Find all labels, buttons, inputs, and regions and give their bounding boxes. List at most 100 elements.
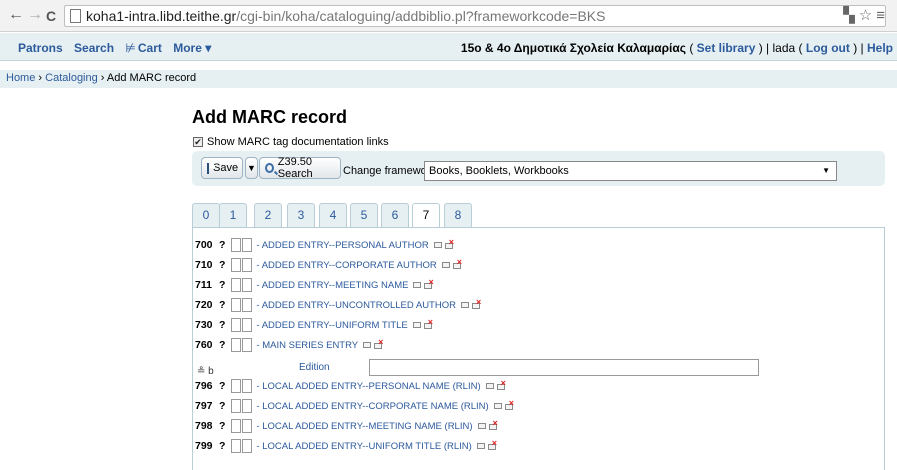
browser-menu-icons[interactable]: ▚☆≡ <box>843 6 889 24</box>
field-doc-link[interactable]: ? <box>219 400 225 412</box>
indicator-1-input[interactable] <box>231 298 242 312</box>
indicator-2-input[interactable] <box>242 318 253 332</box>
help-link[interactable]: Help <box>867 41 893 55</box>
nav-search[interactable]: Search <box>74 41 114 55</box>
delete-field-icon[interactable] <box>374 337 383 349</box>
indicator-2-input[interactable] <box>242 399 253 413</box>
field-doc-link[interactable]: ? <box>219 239 225 251</box>
repeat-field-icon[interactable] <box>477 423 486 429</box>
field-description[interactable]: - ADDED ENTRY--PERSONAL AUTHOR <box>256 240 428 251</box>
show-doc-links-row: ✔ Show MARC tag documentation links <box>193 136 389 148</box>
library-name: 15ο & 4ο Δημοτικά Σχολεία Καλαμαρίας <box>460 41 686 55</box>
repeat-field-icon[interactable] <box>433 242 442 248</box>
breadcrumb-cataloging[interactable]: Cataloging <box>45 72 98 84</box>
marc-field-row: 711? - ADDED ENTRY--MEETING NAME <box>195 277 434 292</box>
caret-down-icon: ▼ <box>247 163 256 173</box>
framework-select[interactable]: Books, Booklets, Workbooks ▼ <box>424 161 837 181</box>
tab-8[interactable]: 8 <box>444 203 472 227</box>
tab-2[interactable]: 2 <box>254 203 282 227</box>
save-options-dropdown[interactable]: ▼ <box>245 157 258 179</box>
repeat-field-icon[interactable] <box>476 443 485 449</box>
indicator-2-input[interactable] <box>242 238 253 252</box>
repeat-field-icon[interactable] <box>412 322 421 328</box>
field-doc-link[interactable]: ? <box>219 319 225 331</box>
delete-field-icon[interactable] <box>504 398 514 410</box>
field-description[interactable]: - LOCAL ADDED ENTRY--MEETING NAME (RLIN) <box>256 421 472 432</box>
repeat-field-icon[interactable] <box>363 342 372 348</box>
indicator-2-input[interactable] <box>242 338 253 352</box>
field-doc-link[interactable]: ? <box>219 440 225 452</box>
field-description[interactable]: - LOCAL ADDED ENTRY--PERSONAL NAME (RLIN… <box>256 381 480 392</box>
indicator-1-input[interactable] <box>231 439 242 453</box>
tab-7[interactable]: 7 <box>412 203 440 228</box>
field-description[interactable]: - LOCAL ADDED ENTRY--UNIFORM TITLE (RLIN… <box>256 441 471 452</box>
delete-field-icon[interactable] <box>471 297 481 309</box>
repeat-field-icon[interactable] <box>485 383 494 389</box>
indicator-2-input[interactable] <box>242 258 253 272</box>
indicator-1-input[interactable] <box>231 278 242 292</box>
subfield-code[interactable]: ≗ b <box>197 366 214 377</box>
tab-1[interactable]: 1 <box>219 203 247 227</box>
indicator-1-input[interactable] <box>231 258 242 272</box>
repeat-field-icon[interactable] <box>441 262 450 268</box>
tab-4[interactable]: 4 <box>319 203 347 227</box>
nav-patrons[interactable]: Patrons <box>18 41 63 55</box>
breadcrumb-current: Add MARC record <box>106 72 197 84</box>
delete-field-icon[interactable] <box>496 378 506 390</box>
field-description[interactable]: - LOCAL ADDED ENTRY--CORPORATE NAME (RLI… <box>256 401 488 412</box>
field-doc-link[interactable]: ? <box>219 380 225 392</box>
indicator-2-input[interactable] <box>242 298 253 312</box>
field-description[interactable]: - MAIN SERIES ENTRY <box>256 340 358 351</box>
nav-more[interactable]: More ▾ <box>173 41 211 55</box>
field-doc-link[interactable]: ? <box>219 299 225 311</box>
field-description[interactable]: - ADDED ENTRY--CORPORATE AUTHOR <box>256 260 436 271</box>
field-doc-link[interactable]: ? <box>219 420 225 432</box>
field-doc-link[interactable]: ? <box>219 339 225 351</box>
logout-link[interactable]: Log out <box>806 41 850 55</box>
field-tag: 798 <box>195 420 213 432</box>
indicator-1-input[interactable] <box>231 338 242 352</box>
field-description[interactable]: - ADDED ENTRY--MEETING NAME <box>256 280 408 291</box>
field-tag: 711 <box>195 279 212 291</box>
forward-button[interactable]: → <box>27 6 43 24</box>
field-tag: 700 <box>195 239 213 251</box>
indicator-2-input[interactable] <box>242 439 253 453</box>
repeat-field-icon[interactable] <box>460 302 469 308</box>
repeat-field-icon[interactable] <box>493 403 502 409</box>
indicator-1-input[interactable] <box>231 379 242 393</box>
reload-button[interactable]: C <box>46 8 56 24</box>
delete-field-icon[interactable] <box>423 317 433 329</box>
field-description[interactable]: - ADDED ENTRY--UNCONTROLLED AUTHOR <box>256 300 456 311</box>
cataloging-toolbar: Save ▼ Z39.50 Search Change framework: B… <box>192 151 885 186</box>
field-description[interactable]: - ADDED ENTRY--UNIFORM TITLE <box>256 320 407 331</box>
indicator-1-input[interactable] <box>231 419 242 433</box>
tab-3[interactable]: 3 <box>287 203 315 227</box>
z3950-search-button[interactable]: Z39.50 Search <box>259 156 341 180</box>
tab-6[interactable]: 6 <box>381 203 409 227</box>
indicator-2-input[interactable] <box>242 419 253 433</box>
indicator-1-input[interactable] <box>231 399 242 413</box>
field-doc-link[interactable]: ? <box>219 259 225 271</box>
back-button[interactable]: ← <box>8 6 24 24</box>
save-button[interactable]: Save <box>201 157 243 179</box>
indicator-1-input[interactable] <box>231 318 242 332</box>
marc-field-row: 799? - LOCAL ADDED ENTRY--UNIFORM TITLE (… <box>195 438 497 453</box>
delete-field-icon[interactable] <box>488 418 498 430</box>
nav-cart[interactable]: Cart <box>138 41 162 55</box>
address-bar[interactable]: koha1-intra.libd.teithe.gr/cgi-bin/koha/… <box>64 5 886 27</box>
indicator-2-input[interactable] <box>242 278 253 292</box>
set-library-link[interactable]: Set library <box>697 41 756 55</box>
delete-field-icon[interactable] <box>444 237 454 249</box>
indicator-2-input[interactable] <box>242 379 253 393</box>
tab-0[interactable]: 0 <box>192 203 220 227</box>
breadcrumb-home[interactable]: Home <box>6 72 35 84</box>
field-doc-link[interactable]: ? <box>219 279 225 291</box>
edition-input[interactable] <box>369 359 759 376</box>
show-doc-links-checkbox[interactable]: ✔ <box>193 137 203 147</box>
delete-field-icon[interactable] <box>452 257 462 269</box>
indicator-1-input[interactable] <box>231 238 242 252</box>
tab-5[interactable]: 5 <box>350 203 378 227</box>
repeat-field-icon[interactable] <box>413 282 422 288</box>
delete-field-icon[interactable] <box>487 438 497 450</box>
delete-field-icon[interactable] <box>424 277 434 289</box>
